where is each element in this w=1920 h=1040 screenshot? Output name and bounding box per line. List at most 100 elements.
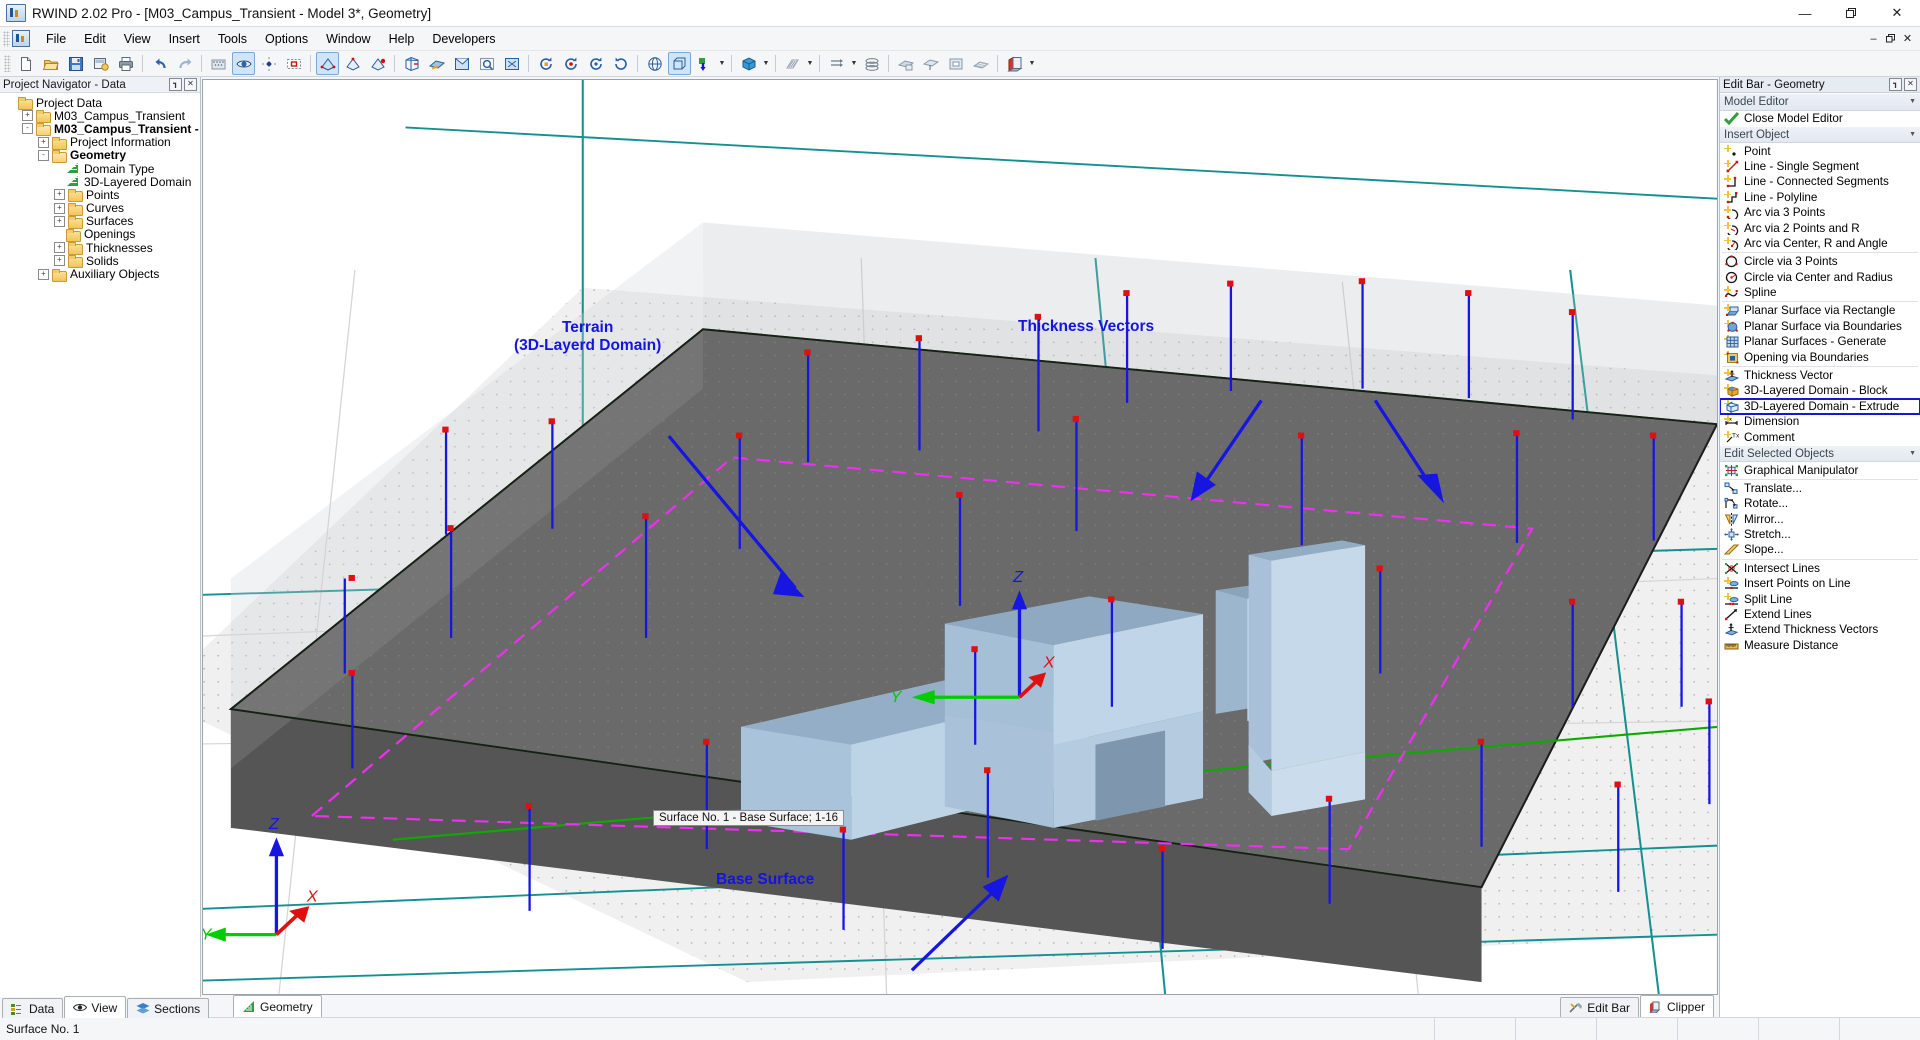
collapse-icon[interactable]: -: [22, 123, 33, 134]
menu-window[interactable]: Window: [317, 29, 379, 49]
mdi-minimize-button[interactable]: –: [1865, 31, 1882, 47]
open-folder-icon[interactable]: [39, 52, 62, 75]
object-edit-icon[interactable]: [366, 52, 389, 75]
wireframe-icon[interactable]: [643, 52, 666, 75]
tree-item-auxiliary-objects[interactable]: +Auxiliary Objects: [0, 267, 200, 280]
rotate-reset-icon[interactable]: [609, 52, 632, 75]
edit-bar-group-model-editor[interactable]: Model Editor▼: [1720, 93, 1920, 111]
edit-bar-group-insert-object[interactable]: Insert Object▼: [1720, 126, 1920, 144]
tree-item-geometry[interactable]: -Geometry: [0, 149, 200, 162]
tab-sections[interactable]: Sections: [127, 998, 209, 1018]
menu-grip[interactable]: [3, 31, 10, 47]
collapse-icon[interactable]: -: [38, 150, 49, 161]
edit-bar-item-insert-points-on-line[interactable]: Insert Points on Line: [1720, 576, 1920, 591]
edit-bar-item-arc-via-2-points-and-r[interactable]: Arc via 2 Points and R: [1720, 220, 1920, 235]
tree-item-project-data[interactable]: Project Data: [0, 96, 200, 109]
cube-view-dropdown-arrow[interactable]: ▼: [761, 53, 771, 74]
edit-bar-item-line-connected-segments[interactable]: Line - Connected Segments: [1720, 174, 1920, 189]
new-document-icon[interactable]: [14, 52, 37, 75]
hatch-render-icon[interactable]: [781, 52, 804, 75]
edit-bar-item-thickness-vector[interactable]: Thickness Vector: [1720, 368, 1920, 383]
cube-view-icon[interactable]: [737, 52, 760, 75]
plane-cut-y-icon[interactable]: [944, 52, 967, 75]
clipper-icon[interactable]: [1003, 52, 1026, 75]
menu-help[interactable]: Help: [380, 29, 424, 49]
expand-icon[interactable]: +: [22, 110, 33, 121]
tab-geometry[interactable]: Geometry: [233, 995, 322, 1017]
expand-icon[interactable]: +: [38, 269, 49, 280]
mdi-restore-button[interactable]: [1882, 31, 1899, 47]
edit-bar-item-line-polyline[interactable]: Line - Polyline: [1720, 190, 1920, 205]
solid-box-icon[interactable]: [668, 52, 691, 75]
maximize-button[interactable]: [1828, 0, 1874, 26]
tab-view[interactable]: View: [64, 996, 126, 1018]
edit-bar-group-edit-selected-objects[interactable]: Edit Selected Objects▼: [1720, 445, 1920, 463]
thickness-dropdown-arrow[interactable]: ▼: [849, 53, 859, 74]
edit-bar-item-translate[interactable]: Translate...: [1720, 481, 1920, 496]
plane-cut-icon[interactable]: [894, 52, 917, 75]
hatch-dropdown-arrow[interactable]: ▼: [805, 53, 815, 74]
expand-icon[interactable]: +: [54, 203, 65, 214]
edit-bar-item-spline[interactable]: Spline: [1720, 285, 1920, 300]
edit-bar-item-mirror[interactable]: Mirror...: [1720, 511, 1920, 526]
edit-bar-item-split-line[interactable]: Split Line: [1720, 591, 1920, 606]
insert-object-icon[interactable]: [693, 52, 716, 75]
toolbar-grip[interactable]: [4, 55, 11, 72]
coordinate-system-icon[interactable]: [400, 52, 423, 75]
expand-icon[interactable]: +: [54, 216, 65, 227]
edit-bar-item-planar-surfaces-generate[interactable]: Planar Surfaces - Generate: [1720, 334, 1920, 349]
tree-item-surfaces[interactable]: +Surfaces: [0, 215, 200, 228]
edit-bar-item-circle-via-center-and-radius[interactable]: Circle via Center and Radius: [1720, 270, 1920, 285]
rotate-view-icon[interactable]: [534, 52, 557, 75]
redo-icon[interactable]: [173, 52, 196, 75]
edit-bar-item-planar-surface-via-boundaries[interactable]: Planar Surface via Boundaries: [1720, 319, 1920, 334]
insert-object-dropdown-arrow[interactable]: ▼: [717, 53, 727, 74]
undo-icon[interactable]: [148, 52, 171, 75]
edit-bar-item-point[interactable]: Point: [1720, 143, 1920, 158]
edit-bar-item-stretch[interactable]: Stretch...: [1720, 527, 1920, 542]
close-button[interactable]: ✕: [1874, 0, 1920, 26]
rotate-free-icon[interactable]: [584, 52, 607, 75]
menu-edit[interactable]: Edit: [75, 29, 115, 49]
minimize-button[interactable]: —: [1782, 0, 1828, 26]
edit-bar-item-extend-lines[interactable]: Extend Lines: [1720, 607, 1920, 622]
menu-developers[interactable]: Developers: [423, 29, 504, 49]
chevron-down-icon[interactable]: ▼: [1909, 98, 1916, 105]
surface-shade-icon[interactable]: [425, 52, 448, 75]
edit-bar-item-planar-surface-via-rectangle[interactable]: Planar Surface via Rectangle: [1720, 303, 1920, 318]
thickness-vector-icon[interactable]: [825, 52, 848, 75]
chevron-down-icon[interactable]: ▼: [1909, 131, 1916, 138]
menu-view[interactable]: View: [115, 29, 160, 49]
tab-edit-bar[interactable]: Edit Bar: [1560, 997, 1639, 1017]
expand-icon[interactable]: +: [54, 255, 65, 266]
tree-item-solids[interactable]: +Solids: [0, 254, 200, 267]
zoom-lens-icon[interactable]: [475, 52, 498, 75]
menu-file[interactable]: File: [37, 29, 75, 49]
plane-cut-x-icon[interactable]: [919, 52, 942, 75]
expand-icon[interactable]: +: [38, 137, 49, 148]
chevron-down-icon[interactable]: ▼: [1909, 450, 1916, 457]
expand-icon[interactable]: +: [54, 242, 65, 253]
save-as-icon[interactable]: [89, 52, 112, 75]
mesh-icon[interactable]: [969, 52, 992, 75]
menu-insert[interactable]: Insert: [160, 29, 209, 49]
expand-icon[interactable]: +: [54, 189, 65, 200]
navigator-close-button[interactable]: ✕: [184, 78, 197, 91]
edit-bar-item-intersect-lines[interactable]: Intersect Lines: [1720, 561, 1920, 576]
edit-bar-item-circle-via-3-points[interactable]: Circle via 3 Points: [1720, 254, 1920, 269]
edit-bar-item-measure-distance[interactable]: Measure Distance: [1720, 638, 1920, 653]
menu-options[interactable]: Options: [256, 29, 317, 49]
edit-bar-item-dimension[interactable]: xDimension: [1720, 414, 1920, 429]
tree-item-points[interactable]: +Points: [0, 188, 200, 201]
selection-box-icon[interactable]: [282, 52, 305, 75]
object-move-icon[interactable]: [341, 52, 364, 75]
mdi-close-button[interactable]: ✕: [1899, 31, 1916, 47]
navigator-pin-button[interactable]: ┓: [169, 78, 182, 91]
edit-bar-item-3d-layered-domain-extrude[interactable]: 3D-Layered Domain - Extrude: [1720, 399, 1920, 414]
edit-bar-item-slope[interactable]: Slope...: [1720, 542, 1920, 557]
edit-bar-item-comment[interactable]: TxComment: [1720, 429, 1920, 444]
tree-item-curves[interactable]: +Curves: [0, 202, 200, 215]
layers-icon[interactable]: [860, 52, 883, 75]
snap-grid-icon[interactable]: [257, 52, 280, 75]
rotate-center-icon[interactable]: [559, 52, 582, 75]
